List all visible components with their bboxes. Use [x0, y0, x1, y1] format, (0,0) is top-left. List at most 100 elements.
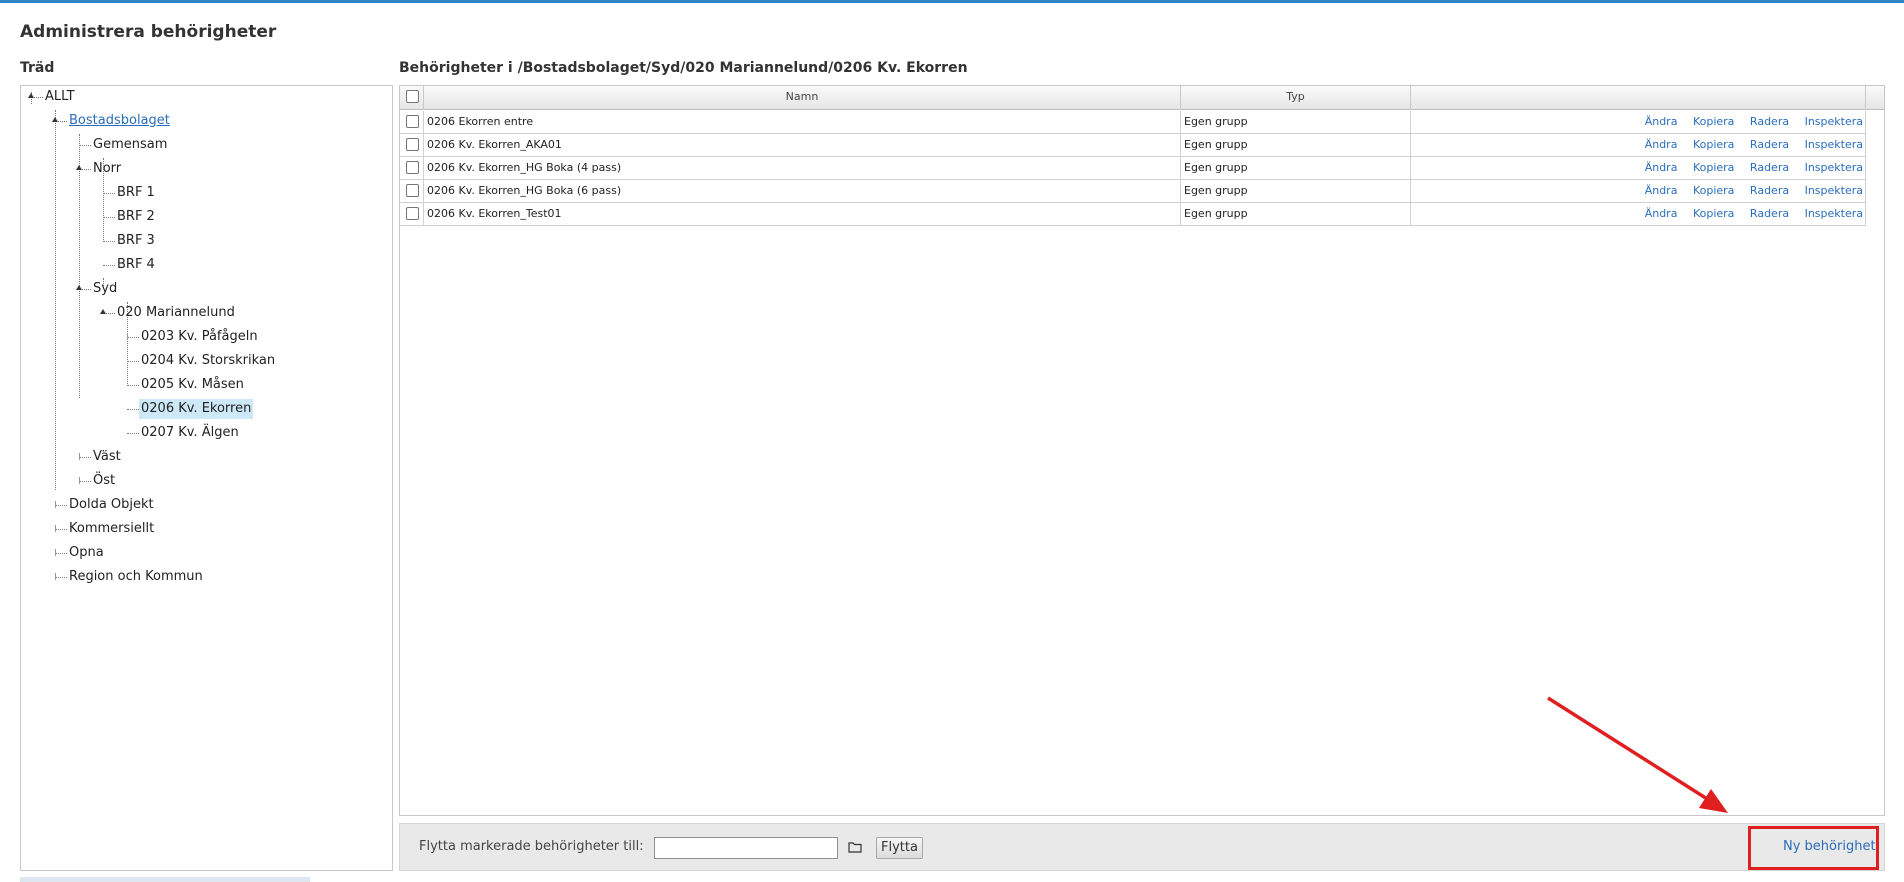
tree-connector [55, 110, 56, 490]
top-accent-bar [0, 0, 1904, 3]
tree-node-masen[interactable]: 0205 Kv. Måsen [139, 375, 246, 395]
row-actions: Ändra Kopiera Radera Inspektera [1411, 111, 1866, 133]
row-checkbox-cell [400, 203, 424, 225]
tree-connector [79, 134, 80, 398]
edit-link[interactable]: Ändra [1645, 207, 1678, 220]
tree-node-algen[interactable]: 0207 Kv. Älgen [139, 423, 241, 443]
delete-link[interactable]: Radera [1750, 184, 1789, 197]
delete-link[interactable]: Radera [1750, 161, 1789, 174]
tree-node-vast[interactable]: Väst [91, 447, 123, 467]
tree-node-kommersiellt[interactable]: Kommersiellt [67, 519, 156, 539]
tree-node-storskrikan[interactable]: 0204 Kv. Storskrikan [139, 351, 277, 371]
row-checkbox-cell [400, 134, 424, 156]
table-row[interactable]: 0206 Kv. Ekorren_HG Boka (6 pass) Egen g… [400, 180, 1866, 203]
column-header-type[interactable]: Typ [1181, 86, 1411, 110]
row-name: 0206 Kv. Ekorren_HG Boka (4 pass) [424, 157, 1181, 179]
collapsed-node-icon[interactable] [79, 477, 84, 484]
expand-triangle-icon[interactable] [76, 285, 82, 290]
row-name: 0206 Ekorren entre [424, 111, 1181, 133]
collapsed-node-icon[interactable] [79, 453, 84, 460]
tree-node-ost[interactable]: Öst [91, 471, 117, 491]
tree-heading: Träd [20, 60, 55, 76]
row-checkbox[interactable] [406, 184, 419, 197]
row-type: Egen grupp [1181, 157, 1411, 179]
header-checkbox-cell [400, 86, 424, 110]
row-name: 0206 Kv. Ekorren_HG Boka (6 pass) [424, 180, 1181, 202]
tree-node-norr[interactable]: Norr [91, 159, 123, 179]
collapsed-node-icon[interactable] [55, 573, 60, 580]
row-type: Egen grupp [1181, 134, 1411, 156]
tree-node-allt[interactable]: ALLT [43, 87, 77, 107]
delete-link[interactable]: Radera [1750, 115, 1789, 128]
row-checkbox-cell [400, 180, 424, 202]
tree-node-brf-4[interactable]: BRF 4 [115, 255, 157, 275]
tree-connector [103, 265, 115, 266]
row-name: 0206 Kv. Ekorren_Test01 [424, 203, 1181, 225]
row-actions: Ändra Kopiera Radera Inspektera [1411, 203, 1866, 225]
delete-link[interactable]: Radera [1750, 138, 1789, 151]
copy-link[interactable]: Kopiera [1693, 161, 1734, 174]
move-target-input[interactable] [654, 837, 838, 859]
grid-scrollbar-header [1866, 86, 1884, 110]
collapsed-node-icon[interactable] [55, 501, 60, 508]
table-row[interactable]: 0206 Ekorren entre Egen grupp Ändra Kopi… [400, 111, 1866, 134]
row-checkbox[interactable] [406, 138, 419, 151]
inspect-link[interactable]: Inspektera [1805, 161, 1863, 174]
tree-node-opna[interactable]: Opna [67, 543, 106, 563]
copy-link[interactable]: Kopiera [1693, 115, 1734, 128]
copy-link[interactable]: Kopiera [1693, 138, 1734, 151]
row-checkbox[interactable] [406, 115, 419, 128]
tree-node-brf-1[interactable]: BRF 1 [115, 183, 157, 203]
collapsed-node-icon[interactable] [55, 549, 60, 556]
expand-triangle-icon[interactable] [52, 117, 58, 122]
inspect-link[interactable]: Inspektera [1805, 138, 1863, 151]
table-row[interactable]: 0206 Kv. Ekorren_Test01 Egen grupp Ändra… [400, 203, 1866, 226]
expand-triangle-icon[interactable] [28, 93, 34, 98]
tree-node-region-och-kommun[interactable]: Region och Kommun [67, 567, 205, 587]
table-row[interactable]: 0206 Kv. Ekorren_HG Boka (4 pass) Egen g… [400, 157, 1866, 180]
row-checkbox[interactable] [406, 161, 419, 174]
column-header-name[interactable]: Namn [424, 86, 1181, 110]
tree-node-gemensam[interactable]: Gemensam [91, 135, 169, 155]
tree-node-mariannelund[interactable]: 020 Mariannelund [115, 303, 237, 323]
tree-node-pafageln[interactable]: 0203 Kv. Påfågeln [139, 327, 260, 347]
row-checkbox-cell [400, 111, 424, 133]
tree-connector [103, 193, 115, 194]
row-type: Egen grupp [1181, 203, 1411, 225]
select-all-checkbox[interactable] [406, 90, 419, 103]
tree-connector [127, 409, 139, 410]
move-button[interactable]: Flytta [876, 837, 923, 859]
edit-link[interactable]: Ändra [1645, 184, 1678, 197]
collapsed-node-icon[interactable] [127, 333, 132, 340]
tree-node-ekorren-selected[interactable]: 0206 Kv. Ekorren [139, 399, 254, 419]
copy-link[interactable]: Kopiera [1693, 184, 1734, 197]
edit-link[interactable]: Ändra [1645, 161, 1678, 174]
tree-node-brf-2[interactable]: BRF 2 [115, 207, 157, 227]
row-type: Egen grupp [1181, 111, 1411, 133]
tree-node-brf-3[interactable]: BRF 3 [115, 231, 157, 251]
copy-link[interactable]: Kopiera [1693, 207, 1734, 220]
inspect-link[interactable]: Inspektera [1805, 115, 1863, 128]
tree-node-syd[interactable]: Syd [91, 279, 119, 299]
edit-link[interactable]: Ändra [1645, 115, 1678, 128]
tree-connector [127, 385, 139, 386]
permissions-heading: Behörigheter i /Bostadsbolaget/Syd/020 M… [399, 60, 968, 76]
expand-triangle-icon[interactable] [100, 309, 106, 314]
tree-connector [127, 433, 139, 434]
edit-link[interactable]: Ändra [1645, 138, 1678, 151]
move-label: Flytta markerade behörigheter till: [419, 839, 644, 854]
tree-node-bostadsbolaget[interactable]: Bostadsbolaget [67, 111, 172, 131]
expand-triangle-icon[interactable] [76, 165, 82, 170]
inspect-link[interactable]: Inspektera [1805, 184, 1863, 197]
tree-node-dolda-objekt[interactable]: Dolda Objekt [67, 495, 156, 515]
delete-link[interactable]: Radera [1750, 207, 1789, 220]
inspect-link[interactable]: Inspektera [1805, 207, 1863, 220]
row-checkbox[interactable] [406, 207, 419, 220]
folder-icon[interactable] [848, 841, 862, 853]
tree-connector [103, 241, 115, 242]
tree-connector [127, 361, 139, 362]
table-row[interactable]: 0206 Kv. Ekorren_AKA01 Egen grupp Ändra … [400, 134, 1866, 157]
page-title: Administrera behörigheter [20, 22, 277, 42]
collapsed-node-icon[interactable] [55, 525, 60, 532]
horizontal-scroll-strip [20, 877, 310, 882]
